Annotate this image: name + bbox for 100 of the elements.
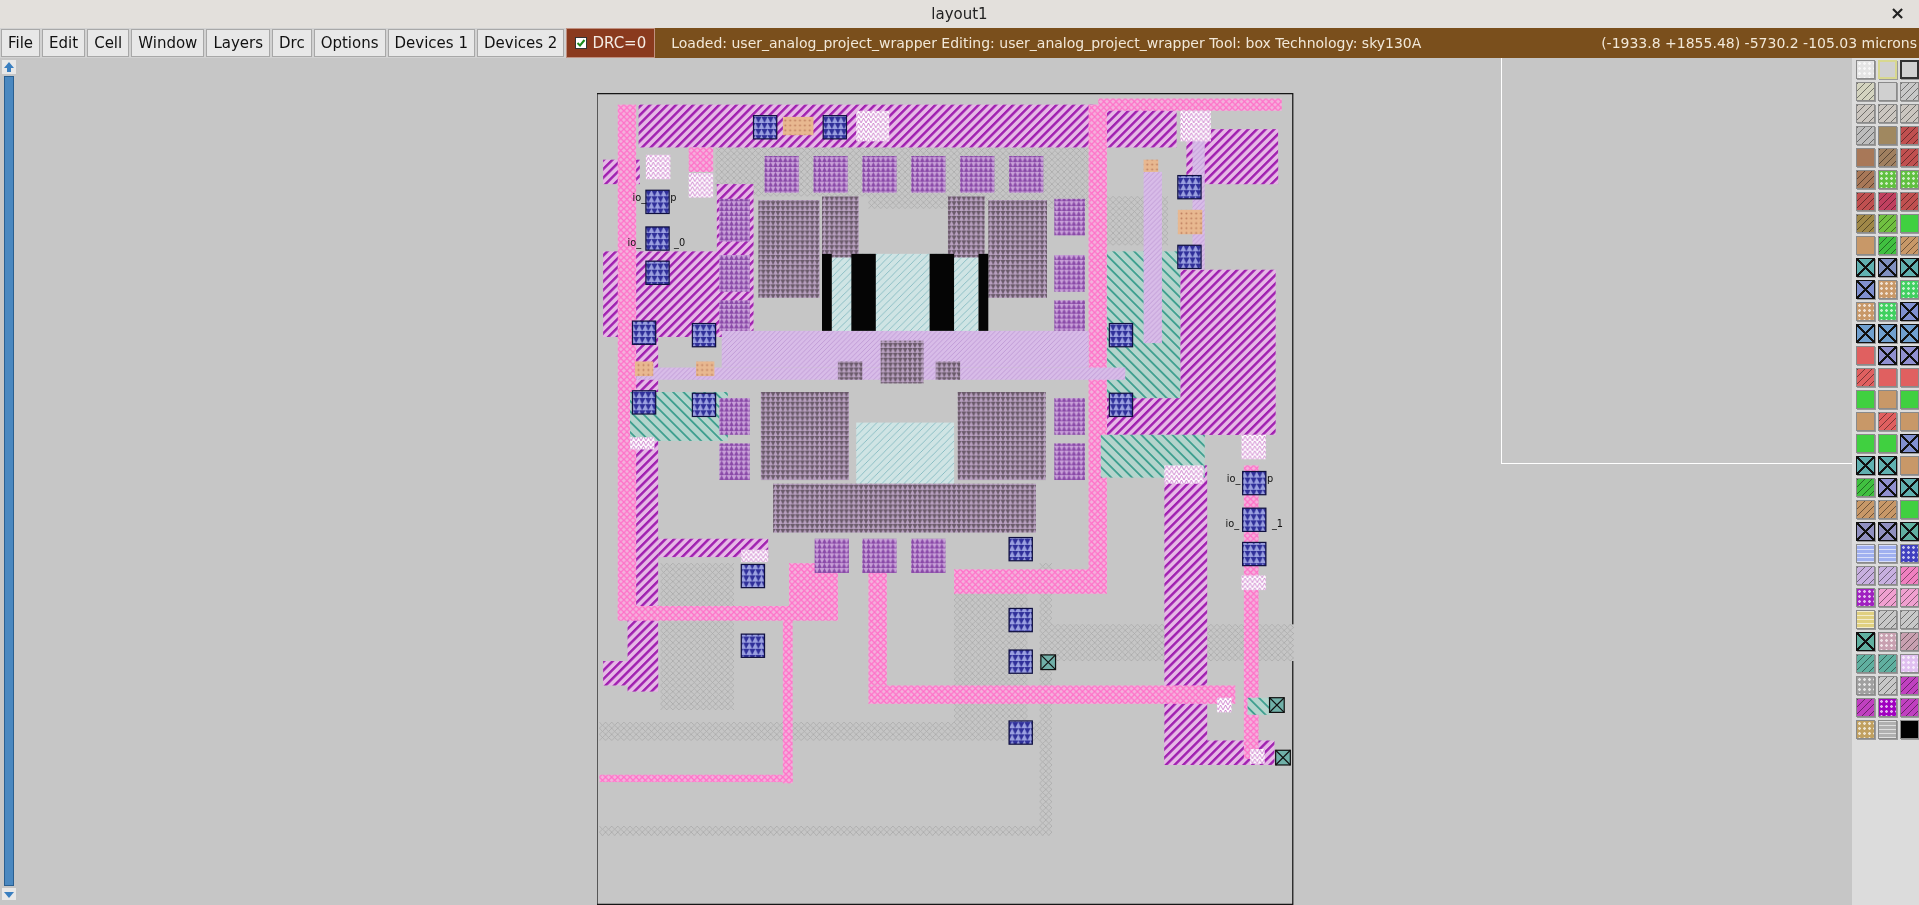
layer-swatch[interactable] <box>1900 478 1919 497</box>
layer-swatch[interactable] <box>1878 522 1897 541</box>
layer-swatch[interactable] <box>1878 104 1897 123</box>
layer-swatch[interactable] <box>1878 566 1897 585</box>
layer-swatch[interactable] <box>1900 522 1919 541</box>
layer-swatch[interactable] <box>1900 412 1919 431</box>
layer-swatch[interactable] <box>1878 280 1897 299</box>
close-button[interactable]: × <box>1889 3 1905 23</box>
layer-swatch[interactable] <box>1856 720 1875 739</box>
layer-swatch[interactable] <box>1878 654 1897 673</box>
layer-swatch[interactable] <box>1878 302 1897 321</box>
layer-swatch[interactable] <box>1878 126 1897 145</box>
layer-swatch[interactable] <box>1856 434 1875 453</box>
layer-swatch[interactable] <box>1856 346 1875 365</box>
layer-swatch[interactable] <box>1900 126 1919 145</box>
layer-swatch[interactable] <box>1856 148 1875 167</box>
layer-swatch[interactable] <box>1900 214 1919 233</box>
layer-swatch[interactable] <box>1856 302 1875 321</box>
layer-swatch[interactable] <box>1856 390 1875 409</box>
layer-swatch[interactable] <box>1856 280 1875 299</box>
layer-swatch[interactable] <box>1856 610 1875 629</box>
layer-swatch[interactable] <box>1900 632 1919 651</box>
layer-swatch[interactable] <box>1900 236 1919 255</box>
layer-swatch[interactable] <box>1900 104 1919 123</box>
scroll-down-icon[interactable] <box>2 888 16 900</box>
layer-swatch[interactable] <box>1878 720 1897 739</box>
layer-swatch[interactable] <box>1900 610 1919 629</box>
layer-swatch[interactable] <box>1856 676 1875 695</box>
menu-button[interactable]: Edit <box>42 29 86 57</box>
layer-swatch[interactable] <box>1900 280 1919 299</box>
menu-button[interactable]: Devices 1 <box>387 29 475 57</box>
menu-button[interactable]: Devices 2 <box>477 29 565 57</box>
layer-swatch[interactable] <box>1878 192 1897 211</box>
layer-swatch[interactable] <box>1900 346 1919 365</box>
checkbox[interactable] <box>575 37 588 49</box>
layer-swatch[interactable] <box>1900 434 1919 453</box>
layer-swatch[interactable] <box>1900 566 1919 585</box>
layer-swatch[interactable] <box>1878 698 1897 717</box>
layer-swatch[interactable] <box>1856 588 1875 607</box>
drc-toggle[interactable]: DRC=0 <box>566 28 656 58</box>
layer-swatch[interactable] <box>1900 390 1919 409</box>
layer-swatch[interactable] <box>1878 588 1897 607</box>
layer-swatch[interactable] <box>1878 258 1897 277</box>
layer-swatch[interactable] <box>1856 126 1875 145</box>
layer-swatch[interactable] <box>1900 302 1919 321</box>
layer-swatch[interactable] <box>1878 236 1897 255</box>
scroll-up-icon[interactable] <box>2 60 16 74</box>
layer-swatch[interactable] <box>1900 324 1919 343</box>
layer-swatch[interactable] <box>1878 500 1897 519</box>
layer-swatch[interactable] <box>1856 500 1875 519</box>
layer-swatch[interactable] <box>1856 258 1875 277</box>
menu-button[interactable]: File <box>1 29 41 57</box>
layer-swatch[interactable] <box>1856 170 1875 189</box>
layer-swatch[interactable] <box>1878 544 1897 563</box>
layer-swatch[interactable] <box>1878 82 1897 101</box>
layer-swatch[interactable] <box>1878 478 1897 497</box>
layer-swatch[interactable] <box>1900 500 1919 519</box>
layer-swatch[interactable] <box>1856 566 1875 585</box>
layer-swatch[interactable] <box>1856 632 1875 651</box>
layer-swatch[interactable] <box>1856 104 1875 123</box>
scrollbar-thumb[interactable] <box>4 76 14 886</box>
layer-swatch[interactable] <box>1878 632 1897 651</box>
layer-swatch[interactable] <box>1900 720 1919 739</box>
layer-swatch[interactable] <box>1900 676 1919 695</box>
menu-button[interactable]: Cell <box>87 29 130 57</box>
layer-swatch[interactable] <box>1878 346 1897 365</box>
menu-button[interactable]: Drc <box>272 29 312 57</box>
layer-swatch[interactable] <box>1856 456 1875 475</box>
layer-swatch[interactable] <box>1856 654 1875 673</box>
menu-button[interactable]: Options <box>313 29 386 57</box>
layer-swatch[interactable] <box>1878 390 1897 409</box>
layer-swatch[interactable] <box>1856 214 1875 233</box>
layer-swatch[interactable] <box>1856 236 1875 255</box>
layer-swatch[interactable] <box>1856 698 1875 717</box>
layer-swatch[interactable] <box>1878 412 1897 431</box>
layer-swatch[interactable] <box>1900 368 1919 387</box>
layer-swatch[interactable] <box>1856 192 1875 211</box>
menu-button[interactable]: Window <box>131 29 205 57</box>
layer-swatch[interactable] <box>1878 676 1897 695</box>
menu-button[interactable]: Layers <box>206 29 270 57</box>
layer-swatch[interactable] <box>1856 82 1875 101</box>
layer-swatch[interactable] <box>1900 82 1919 101</box>
layer-swatch[interactable] <box>1900 258 1919 277</box>
layer-swatch[interactable] <box>1878 214 1897 233</box>
layer-swatch[interactable] <box>1856 522 1875 541</box>
layer-swatch[interactable] <box>1856 412 1875 431</box>
layer-swatch[interactable] <box>1856 544 1875 563</box>
layer-swatch[interactable] <box>1900 170 1919 189</box>
layer-swatch[interactable] <box>1900 698 1919 717</box>
layer-swatch[interactable] <box>1900 588 1919 607</box>
layer-swatch[interactable] <box>1900 544 1919 563</box>
layer-swatch[interactable] <box>1878 170 1897 189</box>
layer-swatch[interactable] <box>1878 368 1897 387</box>
layer-swatch[interactable] <box>1900 192 1919 211</box>
layer-swatch[interactable] <box>1856 324 1875 343</box>
layer-swatch[interactable] <box>1878 610 1897 629</box>
layer-swatch[interactable] <box>1856 60 1875 79</box>
layer-swatch[interactable] <box>1878 324 1897 343</box>
layer-swatch[interactable] <box>1878 434 1897 453</box>
layer-swatch[interactable] <box>1900 456 1919 475</box>
